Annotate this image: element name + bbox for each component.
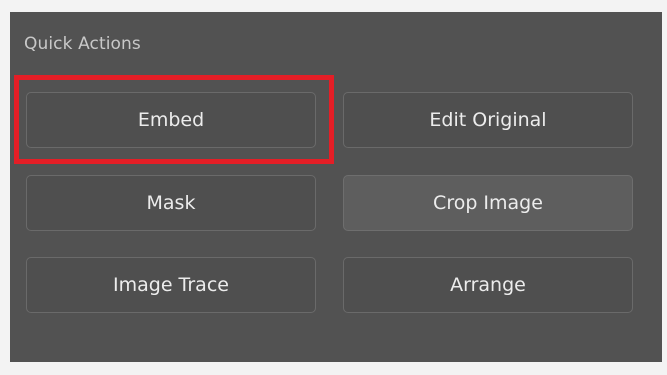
panel-title: Quick Actions [24,34,141,54]
mask-button[interactable]: Mask [26,175,316,231]
crop-image-button[interactable]: Crop Image [343,175,633,231]
arrange-button[interactable]: Arrange [343,257,633,313]
edit-original-button[interactable]: Edit Original [343,92,633,148]
quick-actions-panel: Quick Actions Embed Edit Original Mask C… [10,12,662,362]
image-trace-button[interactable]: Image Trace [26,257,316,313]
embed-button[interactable]: Embed [26,92,316,148]
